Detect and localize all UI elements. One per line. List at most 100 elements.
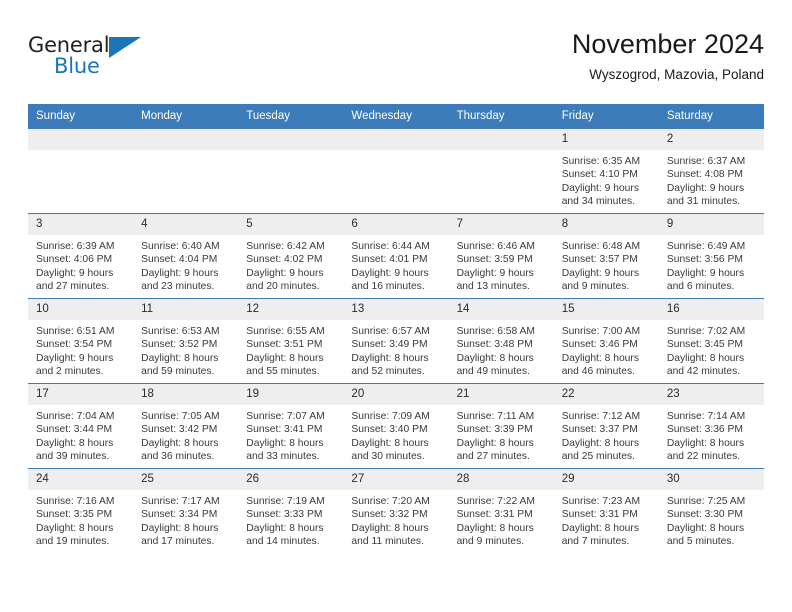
- day-number: 10: [28, 299, 134, 320]
- day-detail-line: Daylight: 8 hours: [666, 437, 745, 449]
- day-detail-line: and 17 minutes.: [141, 536, 215, 548]
- calendar-day-cell[interactable]: 25 Sunrise: 7:17 AM Sunset: 3:34 PM Dayligh…: [133, 468, 239, 553]
- day-detail-line: Sunset: 3:54 PM: [36, 339, 113, 351]
- day-sun-details: Sunrise: 6:55 AM Sunset: 3:51 PM Daylight:…: [238, 320, 343, 379]
- day-detail-line: Sunrise: 7:19 AM: [246, 496, 325, 507]
- calendar-day-cell[interactable]: 21 Sunrise: 7:11 AM Sunset: 3:39 PM Dayligh…: [448, 383, 554, 469]
- calendar-day-cell[interactable]: 6 Sunrise: 6:44 AM Sunset: 4:01 PM Daylight…: [343, 213, 449, 299]
- calendar-day-cell[interactable]: 13 Sunrise: 6:57 AM Sunset: 3:49 PM Dayligh…: [343, 298, 449, 384]
- day-detail-line: Daylight: 8 hours: [666, 352, 745, 364]
- calendar-day-cell[interactable]: 23 Sunrise: 7:14 AM Sunset: 3:36 PM Dayligh…: [658, 383, 764, 469]
- logo-text-blue: Blue: [54, 54, 100, 78]
- day-number: 6: [343, 214, 449, 235]
- calendar-day-cell[interactable]: 4 Sunrise: 6:40 AM Sunset: 4:04 PM Daylight…: [133, 213, 239, 299]
- calendar-day-cell[interactable]: 22 Sunrise: 7:12 AM Sunset: 3:37 PM Dayligh…: [553, 383, 659, 469]
- calendar-day-cell[interactable]: 12 Sunrise: 6:55 AM Sunset: 3:51 PM Dayligh…: [238, 298, 344, 384]
- page-title: November 2024: [571, 29, 764, 59]
- calendar-day-cell[interactable]: 18 Sunrise: 7:05 AM Sunset: 3:42 PM Dayligh…: [133, 383, 239, 469]
- weekday-header-saturday: Saturday: [658, 104, 764, 129]
- title-block: November 2024 Wyszogrod, Mazovia, Poland: [572, 28, 764, 85]
- calendar-day-cell[interactable]: 14 Sunrise: 6:58 AM Sunset: 3:48 PM Dayligh…: [448, 298, 554, 384]
- day-sun-details: [133, 150, 238, 155]
- day-detail-line: Sunset: 3:46 PM: [561, 339, 638, 351]
- calendar-day-cell[interactable]: 27 Sunrise: 7:20 AM Sunset: 3:32 PM Dayligh…: [343, 468, 449, 553]
- day-detail-line: Daylight: 8 hours: [666, 522, 745, 534]
- weekday-header-tuesday: Tuesday: [238, 104, 344, 129]
- day-number: 28: [448, 469, 554, 490]
- day-sun-details: [449, 150, 554, 155]
- calendar-day-cell[interactable]: 10 Sunrise: 6:51 AM Sunset: 3:54 PM Dayligh…: [28, 298, 134, 384]
- day-sun-details: Sunrise: 7:16 AM Sunset: 3:35 PM Daylight:…: [28, 490, 133, 549]
- day-number: 18: [133, 384, 239, 405]
- day-detail-line: Sunrise: 7:11 AM: [456, 411, 535, 422]
- calendar-day-cell[interactable]: 26 Sunrise: 7:19 AM Sunset: 3:33 PM Dayligh…: [238, 468, 344, 553]
- calendar-day-cell-empty: [28, 128, 134, 214]
- page-header: General Blue November 2024 Wyszogrod, Ma…: [28, 28, 764, 98]
- calendar-day-cell[interactable]: 24 Sunrise: 7:16 AM Sunset: 3:35 PM Dayligh…: [28, 468, 134, 553]
- day-detail-line: Sunrise: 6:39 AM: [36, 241, 115, 252]
- calendar-week-row: 24 Sunrise: 7:16 AM Sunset: 3:35 PM Dayligh…: [28, 468, 764, 553]
- calendar-day-cell[interactable]: 20 Sunrise: 7:09 AM Sunset: 3:40 PM Dayligh…: [343, 383, 449, 469]
- calendar-day-cell[interactable]: 29 Sunrise: 7:23 AM Sunset: 3:31 PM Dayligh…: [553, 468, 659, 553]
- calendar-day-cell[interactable]: 8 Sunrise: 6:48 AM Sunset: 3:57 PM Daylight…: [553, 213, 659, 299]
- calendar-day-cell[interactable]: 28 Sunrise: 7:22 AM Sunset: 3:31 PM Dayligh…: [448, 468, 554, 553]
- day-detail-line: Daylight: 8 hours: [561, 352, 639, 364]
- day-detail-line: Sunset: 3:51 PM: [246, 339, 323, 351]
- day-number: 19: [238, 384, 344, 405]
- calendar-day-cell[interactable]: 3 Sunrise: 6:39 AM Sunset: 4:06 PM Daylight…: [28, 213, 134, 299]
- day-detail-line: and 42 minutes.: [666, 366, 741, 378]
- day-number: 4: [133, 214, 239, 235]
- day-detail-line: Sunset: 3:32 PM: [351, 509, 428, 521]
- day-detail-line: and 14 minutes.: [246, 536, 320, 548]
- calendar-body: 1 Sunrise: 6:35 AM Sunset: 4:10 PM Daylight…: [28, 128, 764, 553]
- calendar-day-cell[interactable]: 30 Sunrise: 7:25 AM Sunset: 3:30 PM Dayligh…: [658, 468, 764, 553]
- day-detail-line: Sunset: 3:52 PM: [141, 339, 218, 351]
- day-number: 26: [238, 469, 344, 490]
- day-detail-line: Daylight: 8 hours: [456, 352, 534, 364]
- day-sun-details: Sunrise: 7:12 AM Sunset: 3:37 PM Daylight:…: [554, 405, 659, 464]
- calendar-day-cell[interactable]: 7 Sunrise: 6:46 AM Sunset: 3:59 PM Daylight…: [448, 213, 554, 299]
- calendar-day-cell[interactable]: 16 Sunrise: 7:02 AM Sunset: 3:45 PM Dayligh…: [658, 298, 764, 384]
- calendar-week-row: 17 Sunrise: 7:04 AM Sunset: 3:44 PM Dayligh…: [28, 383, 764, 469]
- day-number: 11: [133, 299, 239, 320]
- day-detail-line: Daylight: 8 hours: [36, 437, 114, 449]
- day-number: [238, 129, 344, 150]
- day-detail-line: Sunrise: 7:02 AM: [666, 326, 746, 337]
- calendar-day-cell[interactable]: 1 Sunrise: 6:35 AM Sunset: 4:10 PM Daylight…: [553, 128, 659, 214]
- day-detail-line: Daylight: 8 hours: [351, 522, 429, 534]
- calendar-day-cell-empty: [448, 128, 554, 214]
- day-sun-details: Sunrise: 6:48 AM Sunset: 3:57 PM Daylight:…: [554, 235, 659, 294]
- day-detail-line: and 9 minutes.: [456, 536, 525, 548]
- day-number: 14: [448, 299, 554, 320]
- day-sun-details: Sunrise: 7:07 AM Sunset: 3:41 PM Daylight:…: [238, 405, 343, 464]
- day-detail-line: and 20 minutes.: [246, 281, 320, 293]
- calendar-day-cell[interactable]: 15 Sunrise: 7:00 AM Sunset: 3:46 PM Dayligh…: [553, 298, 659, 384]
- day-sun-details: [238, 150, 343, 155]
- calendar-day-cell[interactable]: 5 Sunrise: 6:42 AM Sunset: 4:02 PM Daylight…: [238, 213, 344, 299]
- day-sun-details: Sunrise: 7:23 AM Sunset: 3:31 PM Daylight:…: [554, 490, 659, 549]
- day-detail-line: and 9 minutes.: [561, 281, 630, 293]
- calendar-day-cell[interactable]: 9 Sunrise: 6:49 AM Sunset: 3:56 PM Daylight…: [658, 213, 764, 299]
- day-detail-line: Daylight: 9 hours: [666, 182, 745, 194]
- calendar-day-cell-empty: [343, 128, 449, 214]
- calendar-week-row: 1 Sunrise: 6:35 AM Sunset: 4:10 PM Daylight…: [28, 128, 764, 214]
- day-number: 13: [343, 299, 449, 320]
- day-sun-details: Sunrise: 6:51 AM Sunset: 3:54 PM Daylight:…: [28, 320, 133, 379]
- weekday-header-thursday: Thursday: [448, 104, 554, 129]
- calendar-day-cell[interactable]: 17 Sunrise: 7:04 AM Sunset: 3:44 PM Dayligh…: [28, 383, 134, 469]
- calendar-day-cell[interactable]: 2 Sunrise: 6:37 AM Sunset: 4:08 PM Daylight…: [658, 128, 764, 214]
- day-detail-line: Sunset: 3:34 PM: [141, 509, 218, 521]
- day-detail-line: Daylight: 9 hours: [561, 182, 639, 194]
- day-detail-line: Sunrise: 7:09 AM: [351, 411, 430, 422]
- day-sun-details: Sunrise: 7:22 AM Sunset: 3:31 PM Daylight:…: [449, 490, 554, 549]
- day-number: 12: [238, 299, 344, 320]
- day-detail-line: Sunset: 4:08 PM: [666, 169, 743, 181]
- day-detail-line: Sunrise: 6:58 AM: [456, 326, 535, 337]
- day-number: 25: [133, 469, 239, 490]
- calendar-day-cell[interactable]: 11 Sunrise: 6:53 AM Sunset: 3:52 PM Dayligh…: [133, 298, 239, 384]
- day-number: 5: [238, 214, 344, 235]
- calendar-day-cell[interactable]: 19 Sunrise: 7:07 AM Sunset: 3:41 PM Dayligh…: [238, 383, 344, 469]
- day-detail-line: Sunset: 3:31 PM: [456, 509, 533, 521]
- day-detail-line: and 23 minutes.: [141, 281, 215, 293]
- day-detail-line: Sunset: 3:33 PM: [246, 509, 323, 521]
